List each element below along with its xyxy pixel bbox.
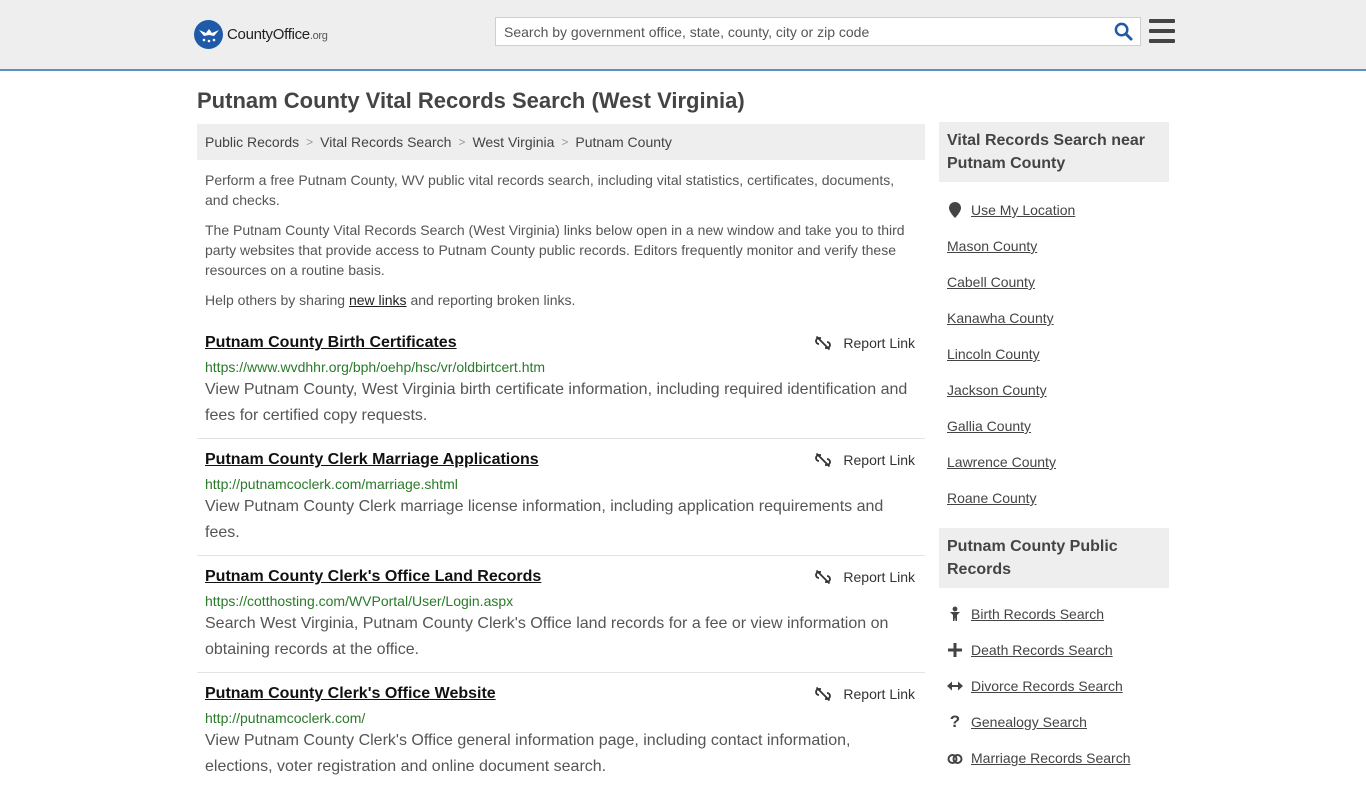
listing-item: Putnam County Clerk Marriage Application… xyxy=(197,439,925,556)
sidebar-item-county[interactable]: Jackson County xyxy=(947,372,1161,408)
listing-url: http://putnamcoclerk.com/ xyxy=(205,710,366,726)
site-logo[interactable]: CountyOffice.org xyxy=(194,20,328,49)
listing-title-link[interactable]: Putnam County Clerk's Office Land Record… xyxy=(205,568,541,586)
sidebar-public-records-list: Birth Records Search Death Records Searc… xyxy=(939,588,1169,784)
rings-icon xyxy=(947,750,963,766)
main-content: Public Records > Vital Records Search > … xyxy=(197,124,925,790)
breadcrumb-public-records[interactable]: Public Records xyxy=(205,134,299,150)
broken-link-icon xyxy=(815,686,832,702)
broken-link-icon xyxy=(815,335,832,351)
breadcrumb-separator-icon: > xyxy=(306,135,314,149)
sidebar-item-county[interactable]: Lawrence County xyxy=(947,444,1161,480)
listing-item: Putnam County Birth Certificates Report … xyxy=(197,322,925,439)
listing-description: View Putnam County Clerk marriage licens… xyxy=(205,498,884,541)
sidebar-item-marriage-records[interactable]: Marriage Records Search xyxy=(947,740,1161,776)
listing-description: View Putnam County Clerk's Office genera… xyxy=(205,732,851,775)
breadcrumb-separator-icon: > xyxy=(458,135,466,149)
intro-paragraph-3: Help others by sharing new links and rep… xyxy=(205,292,576,308)
listing-title-link[interactable]: Putnam County Birth Certificates xyxy=(205,334,457,352)
intro-paragraph-1: Perform a free Putnam County, WV public … xyxy=(205,172,895,208)
breadcrumb-separator-icon: > xyxy=(561,135,569,149)
site-header: CountyOffice.org xyxy=(0,0,1366,71)
listing-url: https://www.wvdhhr.org/bph/oehp/hsc/vr/o… xyxy=(205,359,546,375)
search-button[interactable] xyxy=(1106,18,1140,45)
page-title: Putnam County Vital Records Search (West… xyxy=(197,88,745,113)
use-my-location-link[interactable]: Use My Location xyxy=(971,202,1075,218)
hamburger-menu-icon[interactable] xyxy=(1149,19,1175,43)
sidebar-item-county[interactable]: Kanawha County xyxy=(947,300,1161,336)
new-links-link[interactable]: new links xyxy=(349,292,407,308)
sidebar-public-records-title: Putnam County Public Records xyxy=(939,528,1169,588)
question-icon: ? xyxy=(949,712,961,731)
listing-item: Putnam County Clerk's Office Land Record… xyxy=(197,556,925,673)
sidebar-item-county[interactable]: Cabell County xyxy=(947,264,1161,300)
listing-item: Putnam County Clerk's Office Website Rep… xyxy=(197,673,925,790)
baby-icon xyxy=(947,606,963,622)
breadcrumb-vital-records-search[interactable]: Vital Records Search xyxy=(320,134,451,150)
sidebar: Vital Records Search near Putnam County … xyxy=(939,122,1169,784)
arrows-horizontal-icon xyxy=(947,678,963,694)
breadcrumb-west-virginia[interactable]: West Virginia xyxy=(472,134,554,150)
sidebar-item-county[interactable]: Roane County xyxy=(947,480,1161,516)
sidebar-item-death-records[interactable]: Death Records Search xyxy=(947,632,1161,668)
broken-link-icon xyxy=(815,569,832,585)
listing-description: View Putnam County, West Virginia birth … xyxy=(205,381,908,424)
report-link-button[interactable]: Report Link xyxy=(815,686,915,702)
listing-title-link[interactable]: Putnam County Clerk Marriage Application… xyxy=(205,451,539,469)
search-input[interactable] xyxy=(496,18,1106,45)
search-icon xyxy=(1114,22,1133,41)
sidebar-item-genealogy[interactable]: ? Genealogy Search xyxy=(947,704,1161,740)
broken-link-icon xyxy=(815,452,832,468)
listing-description: Search West Virginia, Putnam County Cler… xyxy=(205,615,889,658)
sidebar-item-county[interactable]: Lincoln County xyxy=(947,336,1161,372)
intro-paragraph-2: The Putnam County Vital Records Search (… xyxy=(205,222,905,278)
logo-text: CountyOffice.org xyxy=(227,26,328,43)
use-my-location-item[interactable]: Use My Location xyxy=(947,192,1161,228)
sidebar-item-county[interactable]: Mason County xyxy=(947,228,1161,264)
report-link-button[interactable]: Report Link xyxy=(815,569,915,585)
sidebar-item-divorce-records[interactable]: Divorce Records Search xyxy=(947,668,1161,704)
cross-icon xyxy=(947,642,963,658)
listing-title-link[interactable]: Putnam County Clerk's Office Website xyxy=(205,685,496,703)
sidebar-nearby-list: Use My Location Mason County Cabell Coun… xyxy=(939,182,1169,524)
search-bar xyxy=(495,17,1141,46)
report-link-button[interactable]: Report Link xyxy=(815,335,915,351)
sidebar-item-county[interactable]: Gallia County xyxy=(947,408,1161,444)
report-link-button[interactable]: Report Link xyxy=(815,452,915,468)
map-marker-icon xyxy=(947,202,963,218)
listing-url: https://cotthosting.com/WVPortal/User/Lo… xyxy=(205,593,514,609)
intro-text: Perform a free Putnam County, WV public … xyxy=(197,170,925,310)
logo-eagle-icon xyxy=(194,20,223,49)
breadcrumb: Public Records > Vital Records Search > … xyxy=(197,124,925,160)
sidebar-item-birth-records[interactable]: Birth Records Search xyxy=(947,596,1161,632)
sidebar-nearby-title: Vital Records Search near Putnam County xyxy=(939,122,1169,182)
breadcrumb-current: Putnam County xyxy=(575,134,672,150)
listing-url: http://putnamcoclerk.com/marriage.shtml xyxy=(205,476,458,492)
listings: Putnam County Birth Certificates Report … xyxy=(197,322,925,790)
